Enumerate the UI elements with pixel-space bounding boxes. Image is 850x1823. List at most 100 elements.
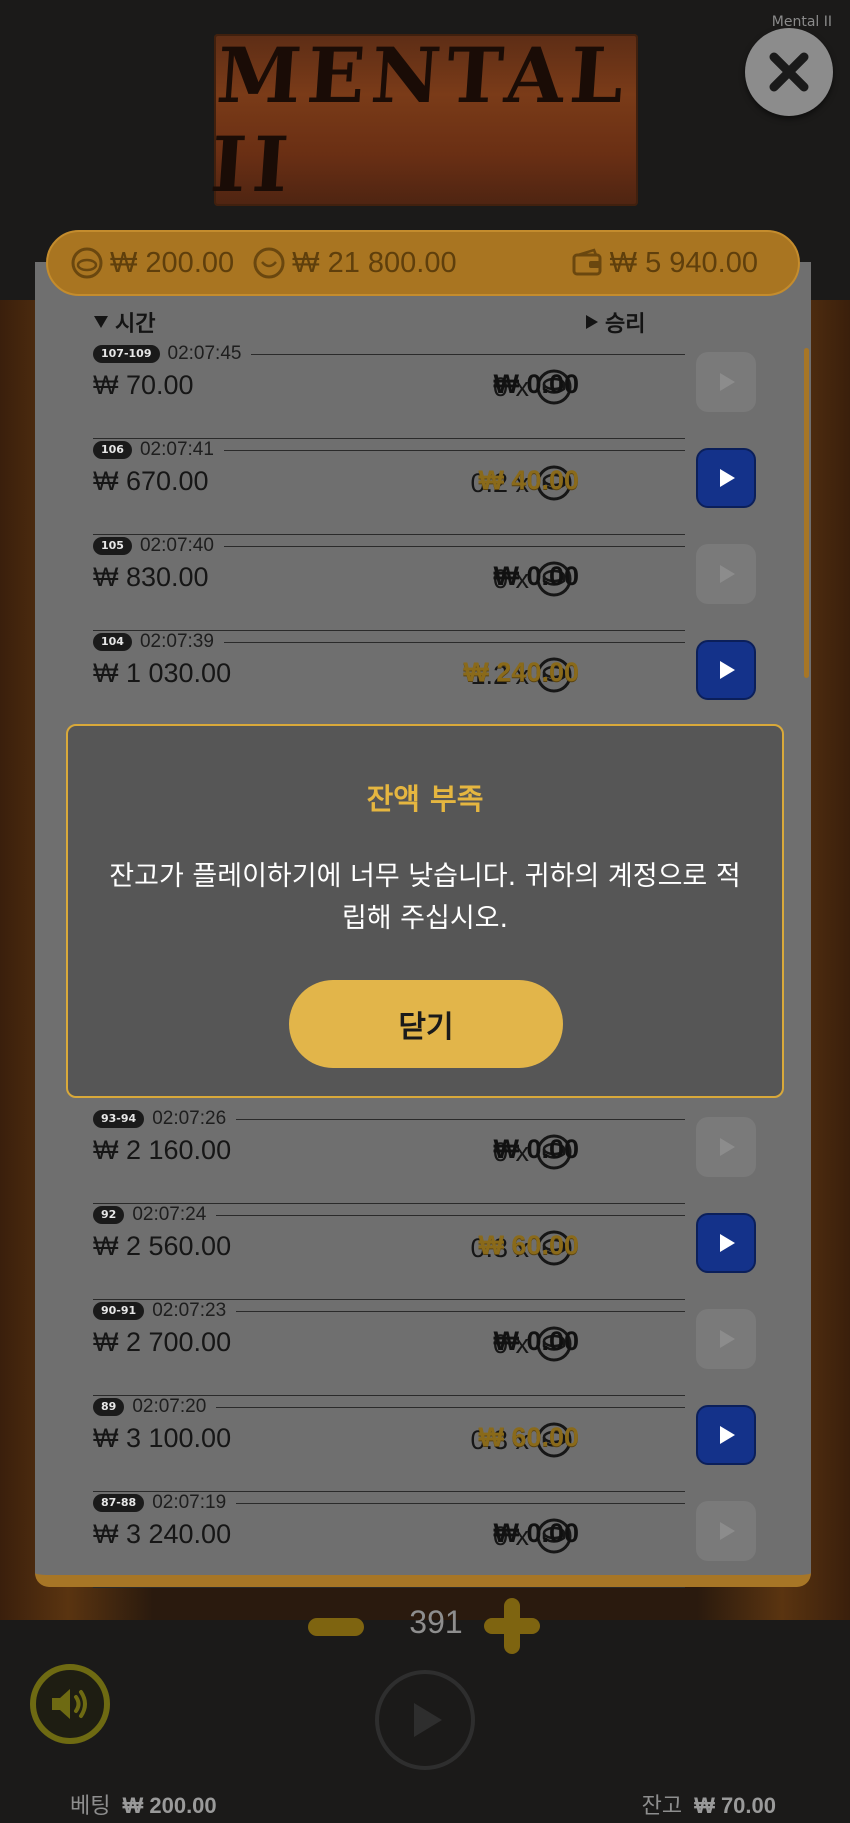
replay-button[interactable]	[696, 352, 756, 412]
row-header: 104 02:07:39	[93, 631, 685, 652]
play-icon	[720, 1234, 735, 1252]
history-row: 89 02:07:20 ₩ 3 100.00 0.3 x ₩ 60.00	[93, 1396, 756, 1493]
win-amount: ₩ 40.00	[478, 465, 579, 495]
round-badge: 89	[93, 1398, 125, 1416]
dialog-close-button[interactable]: 닫기	[289, 980, 563, 1068]
round-time: 02:07:40	[139, 535, 214, 556]
win-amount: ₩ 60.00	[478, 1422, 579, 1452]
close-button[interactable]	[745, 28, 833, 116]
play-icon	[720, 661, 735, 679]
replay-button[interactable]	[696, 1117, 756, 1177]
bet-amount: ₩ 70.00	[93, 370, 194, 400]
time-column-label: 시간	[115, 312, 156, 337]
divider	[223, 641, 685, 643]
wallet-icon	[572, 248, 602, 276]
row-header: 89 02:07:20	[93, 1396, 685, 1417]
divider	[223, 449, 685, 451]
play-icon	[720, 1330, 735, 1348]
bet-label: 베팅	[70, 1794, 111, 1819]
wallet-balance: ₩ 5 940.00	[570, 246, 758, 280]
win-amount: ₩ 0.00	[493, 369, 579, 399]
round-badge: 107-109	[93, 345, 160, 363]
play-icon	[720, 1522, 735, 1540]
row-header: 87-88 02:07:19	[93, 1492, 685, 1513]
win-amount: ₩ 240.00	[463, 657, 579, 687]
replay-button[interactable]	[696, 448, 756, 508]
round-badge: 92	[93, 1206, 125, 1224]
replay-button[interactable]	[696, 544, 756, 604]
win-total: ₩ 21 800.00	[252, 246, 457, 280]
replay-button[interactable]	[696, 640, 756, 700]
insufficient-balance-dialog: 잔액 부족 잔고가 플레이하기에 너무 낮습니다. 귀하의 계정으로 적립해 주…	[66, 724, 784, 1098]
divider	[251, 353, 685, 355]
row-header: 93-94 02:07:26	[93, 1108, 685, 1129]
round-time: 02:07:23	[152, 1300, 227, 1321]
bet-amount: ₩ 1 030.00	[93, 658, 232, 688]
row-header: 90-91 02:07:23	[93, 1300, 685, 1321]
play-icon	[720, 1138, 735, 1156]
wallet-value: ₩ 5 940.00	[609, 246, 758, 279]
win-total-value: ₩ 21 800.00	[292, 246, 457, 279]
sort-by-win[interactable]: 승리	[585, 306, 645, 338]
win-amount: ₩ 0.00	[493, 561, 579, 591]
row-header: 92 02:07:24	[93, 1204, 685, 1225]
stepper-value: 391	[409, 1604, 463, 1640]
round-time: 02:07:41	[139, 439, 214, 460]
history-row: 107-109 02:07:45 ₩ 70.00 0 x ₩ 0.00	[93, 343, 756, 440]
divider	[236, 1502, 685, 1504]
divider	[236, 1310, 685, 1312]
round-badge: 93-94	[93, 1110, 145, 1128]
round-time: 02:07:20	[132, 1396, 207, 1417]
balance-label: 잔고	[641, 1794, 683, 1819]
bet-total: ₩ 200.00	[70, 246, 234, 280]
replay-button[interactable]	[696, 1405, 756, 1465]
logo-text: MENTAL II	[207, 31, 633, 209]
game-logo: MENTAL II	[208, 31, 638, 209]
close-icon	[769, 52, 809, 92]
bet-amount: ₩ 2 160.00	[93, 1135, 232, 1165]
divider	[216, 1214, 685, 1216]
scrollbar[interactable]	[804, 348, 809, 678]
row-divider	[93, 1587, 685, 1588]
round-badge: 106	[93, 441, 132, 459]
round-time: 02:07:26	[152, 1108, 227, 1129]
triangle-right-icon	[586, 315, 598, 329]
coin-icon	[71, 247, 103, 279]
history-row: 90-91 02:07:23 ₩ 2 700.00 0 x ₩ 0.00	[93, 1300, 756, 1397]
footer-bet: 베팅 ₩ 200.00	[70, 1788, 217, 1820]
row-header: 105 02:07:40	[93, 535, 685, 556]
replay-button[interactable]	[696, 1213, 756, 1273]
dialog-title: 잔액 부족	[366, 782, 484, 816]
round-time: 02:07:24	[132, 1204, 207, 1225]
bet-amount: ₩ 2 700.00	[93, 1327, 232, 1357]
round-badge: 90-91	[93, 1302, 145, 1320]
bet-amount: ₩ 3 240.00	[93, 1519, 232, 1549]
dialog-message: 잔고가 플레이하기에 너무 낮습니다. 귀하의 계정으로 적립해 주십시오.	[109, 861, 741, 934]
divider	[236, 1118, 685, 1120]
row-header: 107-109 02:07:45	[93, 343, 685, 364]
divider	[223, 545, 685, 547]
round-time: 02:07:39	[139, 631, 214, 652]
play-icon	[720, 1426, 735, 1444]
play-icon	[720, 565, 735, 583]
divider	[216, 1406, 685, 1408]
replay-button[interactable]	[696, 1501, 756, 1561]
bet-total-value: ₩ 200.00	[110, 246, 235, 279]
plus-button[interactable]	[484, 1598, 540, 1654]
play-icon	[720, 469, 735, 487]
round-time: 02:07:45	[167, 343, 242, 364]
replay-button[interactable]	[696, 1309, 756, 1369]
history-row: 87-88 02:07:19 ₩ 3 240.00 0 x ₩ 0.00	[93, 1492, 756, 1589]
bet-value: ₩ 200.00	[122, 1793, 217, 1818]
bet-amount: ₩ 670.00	[93, 466, 209, 496]
win-column-label: 승리	[605, 312, 646, 337]
triangle-down-icon	[94, 316, 108, 328]
minus-button[interactable]	[308, 1618, 364, 1636]
sound-toggle[interactable]	[30, 1664, 110, 1744]
history-row: 106 02:07:41 ₩ 670.00 0.2 x ₩ 40.00	[93, 439, 756, 536]
row-header: 106 02:07:41	[93, 439, 685, 460]
sort-by-time[interactable]: 시간	[93, 306, 155, 338]
history-row: 92 02:07:24 ₩ 2 560.00 0.3 x ₩ 60.00	[93, 1204, 756, 1301]
spin-button[interactable]	[375, 1670, 475, 1770]
win-amount: ₩ 0.00	[493, 1134, 579, 1164]
